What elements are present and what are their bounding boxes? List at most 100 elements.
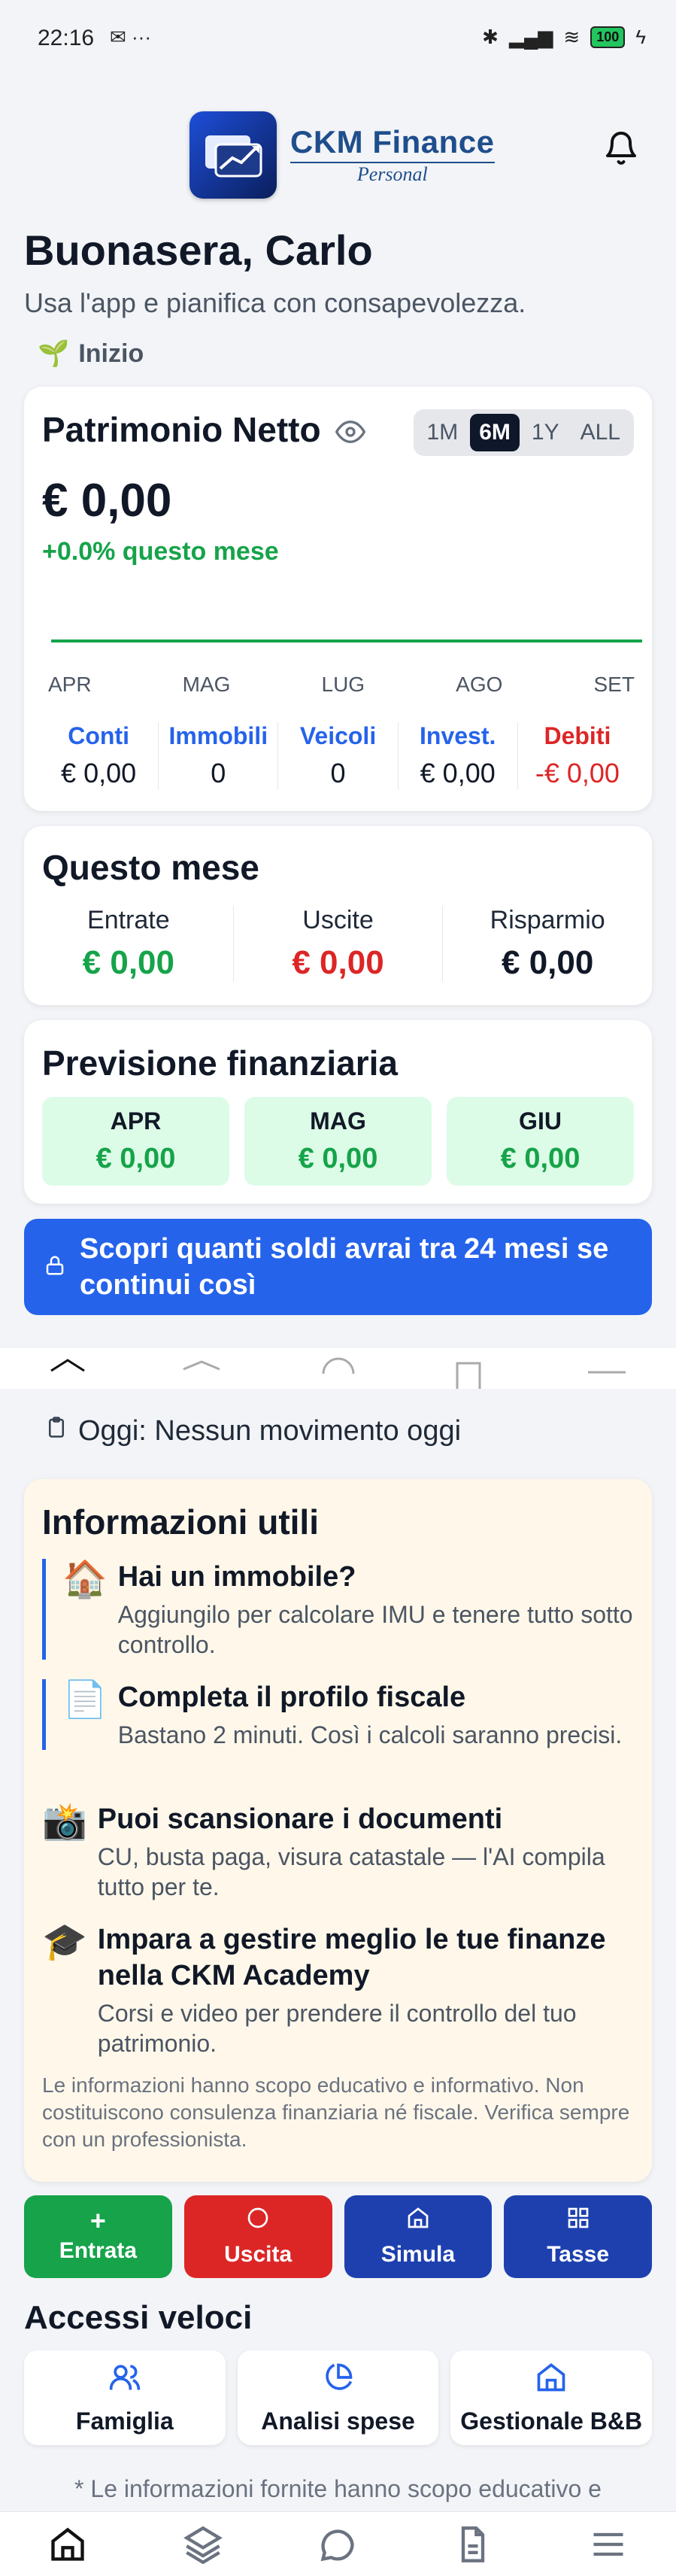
quick-bnb-button[interactable]: Gestionale B&B bbox=[450, 2350, 653, 2445]
graduation-cap-icon: 🎓 bbox=[42, 1922, 87, 1962]
nav-icons-partial bbox=[50, 1357, 626, 1389]
action-label: Tasse bbox=[547, 2242, 610, 2267]
quick-access-title: Accessi veloci bbox=[24, 2299, 253, 2336]
add-income-button[interactable]: + Entrata bbox=[24, 2195, 172, 2278]
category-immobili[interactable]: Immobili 0 bbox=[159, 722, 279, 789]
category-label: Immobili bbox=[168, 722, 268, 749]
tip-title: Completa il profilo fiscale bbox=[117, 1681, 466, 1713]
range-1m[interactable]: 1M bbox=[418, 414, 468, 451]
chat-icon[interactable] bbox=[315, 2522, 360, 2567]
savings-summary: Risparmio € 0,00 bbox=[443, 906, 652, 982]
expense-value: € 0,00 bbox=[292, 944, 384, 981]
users-icon bbox=[108, 2361, 141, 2400]
forecast-month: GIU € 0,00 bbox=[447, 1097, 634, 1186]
home-icon bbox=[535, 2361, 568, 2400]
net-worth-title: Patrimonio Netto bbox=[42, 410, 321, 449]
tip-academy[interactable]: 🎓 Impara a gestire meglio le tue finanze… bbox=[42, 1921, 636, 2058]
grid-icon bbox=[566, 2206, 590, 2236]
tip-fiscal-profile[interactable]: 📄 Completa il profilo fiscale Bastano 2 … bbox=[42, 1679, 636, 1750]
category-label: Conti bbox=[68, 722, 129, 749]
category-label: Invest. bbox=[420, 722, 496, 749]
category-label: Debiti bbox=[544, 722, 611, 749]
income-value: € 0,00 bbox=[82, 944, 174, 981]
simulate-button[interactable]: Simula bbox=[344, 2195, 493, 2278]
plus-icon: + bbox=[89, 2205, 106, 2236]
clipboard-icon bbox=[45, 1414, 68, 1447]
net-worth-card: Patrimonio Netto 1M 6M 1Y ALL € 0,00 +0.… bbox=[24, 387, 652, 811]
forecast-month-value: € 0,00 bbox=[500, 1143, 581, 1174]
charging-icon: ϟ bbox=[635, 26, 646, 48]
this-month-row: Entrate € 0,00 Uscite € 0,00 Risparmio €… bbox=[24, 906, 652, 982]
quick-label: Famiglia bbox=[75, 2407, 174, 2435]
net-worth-chart bbox=[51, 639, 642, 642]
range-all[interactable]: ALL bbox=[571, 414, 629, 451]
brand-logo: CKM Finance Personal bbox=[189, 111, 495, 199]
this-month-title: Questo mese bbox=[42, 848, 259, 887]
today-banner: Oggi: Nessun movimento oggi bbox=[45, 1414, 461, 1447]
forecast-month-label: GIU bbox=[519, 1107, 562, 1135]
tip-title: Puoi scansionare i documenti bbox=[97, 1803, 503, 1835]
category-veicoli[interactable]: Veicoli 0 bbox=[278, 722, 399, 789]
forecast-month-label: APR bbox=[110, 1107, 162, 1135]
bell-icon[interactable] bbox=[603, 129, 639, 167]
cta-label: Scopri quanti soldi avrai tra 24 mesi se… bbox=[80, 1233, 609, 1301]
chart-months: APR MAG LUG AGO SET bbox=[48, 673, 635, 697]
brand-name: CKM Finance bbox=[290, 124, 495, 159]
quick-label: Analisi spese bbox=[261, 2407, 415, 2435]
range-1y[interactable]: 1Y bbox=[523, 414, 568, 451]
info-title: Informazioni utili bbox=[42, 1502, 319, 1542]
bluetooth-icon: ✱ bbox=[482, 26, 499, 48]
range-selector: 1M 6M 1Y ALL bbox=[413, 409, 634, 456]
range-6m[interactable]: 6M bbox=[470, 414, 520, 451]
forecast-months: APR € 0,00 MAG € 0,00 GIU € 0,00 bbox=[42, 1097, 634, 1186]
pie-chart-icon bbox=[322, 2361, 355, 2400]
month-label: LUG bbox=[321, 673, 365, 696]
month-label: MAG bbox=[182, 673, 231, 696]
add-expense-button[interactable]: Uscita bbox=[183, 2195, 332, 2278]
eye-icon[interactable] bbox=[335, 417, 366, 451]
expense-label: Uscite bbox=[302, 906, 374, 934]
tip-title: Hai un immobile? bbox=[117, 1561, 356, 1593]
forecast-cta-button[interactable]: Scopri quanti soldi avrai tra 24 mesi se… bbox=[24, 1219, 652, 1315]
quick-family-button[interactable]: Famiglia bbox=[24, 2350, 226, 2445]
action-label: Simula bbox=[380, 2242, 456, 2267]
quick-expense-analysis-button[interactable]: Analisi spese bbox=[237, 2350, 439, 2445]
forecast-month-label: MAG bbox=[310, 1107, 366, 1135]
category-value: -€ 0,00 bbox=[535, 758, 620, 788]
expense-summary: Uscite € 0,00 bbox=[234, 906, 444, 982]
tip-property[interactable]: 🏠 Hai un immobile? Aggiungilo per calcol… bbox=[42, 1559, 636, 1660]
document-icon[interactable] bbox=[450, 2522, 496, 2567]
tip-text: CU, busta paga, visura catastale — l'AI … bbox=[97, 1843, 605, 1900]
category-value: 0 bbox=[211, 758, 226, 788]
net-worth-change: +0.0% questo mese bbox=[42, 537, 279, 566]
circle-icon bbox=[246, 2206, 270, 2236]
footnote: * Le informazioni fornite hanno scopo ed… bbox=[74, 2475, 602, 2502]
net-worth-categories: Conti € 0,00 Immobili 0 Veicoli 0 Invest… bbox=[39, 722, 637, 789]
home-icon[interactable] bbox=[45, 2522, 90, 2567]
net-worth-value: € 0,00 bbox=[42, 475, 172, 527]
menu-icon[interactable] bbox=[586, 2522, 631, 2567]
action-buttons: + Entrata Uscita Simula Tasse bbox=[24, 2195, 652, 2278]
quick-label: Gestionale B&B bbox=[460, 2407, 643, 2435]
category-conti[interactable]: Conti € 0,00 bbox=[39, 722, 159, 789]
layers-icon[interactable] bbox=[180, 2522, 226, 2567]
logo-icon bbox=[189, 111, 277, 199]
category-debiti[interactable]: Debiti -€ 0,00 bbox=[518, 722, 637, 789]
action-label: Entrata bbox=[59, 2238, 138, 2263]
forecast-month-value: € 0,00 bbox=[298, 1143, 378, 1174]
quick-access-row: Famiglia Analisi spese Gestionale B&B bbox=[24, 2350, 653, 2445]
category-investimenti[interactable]: Invest. € 0,00 bbox=[399, 722, 518, 789]
category-value: 0 bbox=[330, 758, 346, 788]
savings-value: € 0,00 bbox=[502, 944, 594, 981]
stage-label: Inizio bbox=[78, 339, 144, 368]
action-label: Uscita bbox=[224, 2242, 293, 2267]
info-disclaimer: Le informazioni hanno scopo educativo e … bbox=[42, 2073, 630, 2151]
seedling-icon: 🌱 bbox=[38, 339, 70, 368]
stage-badge: 🌱 Inizio bbox=[38, 339, 144, 369]
house-icon: 🏠 bbox=[62, 1560, 108, 1599]
greeting: Buonasera, Carlo bbox=[24, 226, 373, 274]
category-value: € 0,00 bbox=[420, 758, 496, 788]
tip-scan-documents[interactable]: 📸 Puoi scansionare i documenti CU, busta… bbox=[42, 1801, 636, 1902]
status-time: 22:16 bbox=[38, 26, 95, 50]
taxes-button[interactable]: Tasse bbox=[504, 2195, 652, 2278]
